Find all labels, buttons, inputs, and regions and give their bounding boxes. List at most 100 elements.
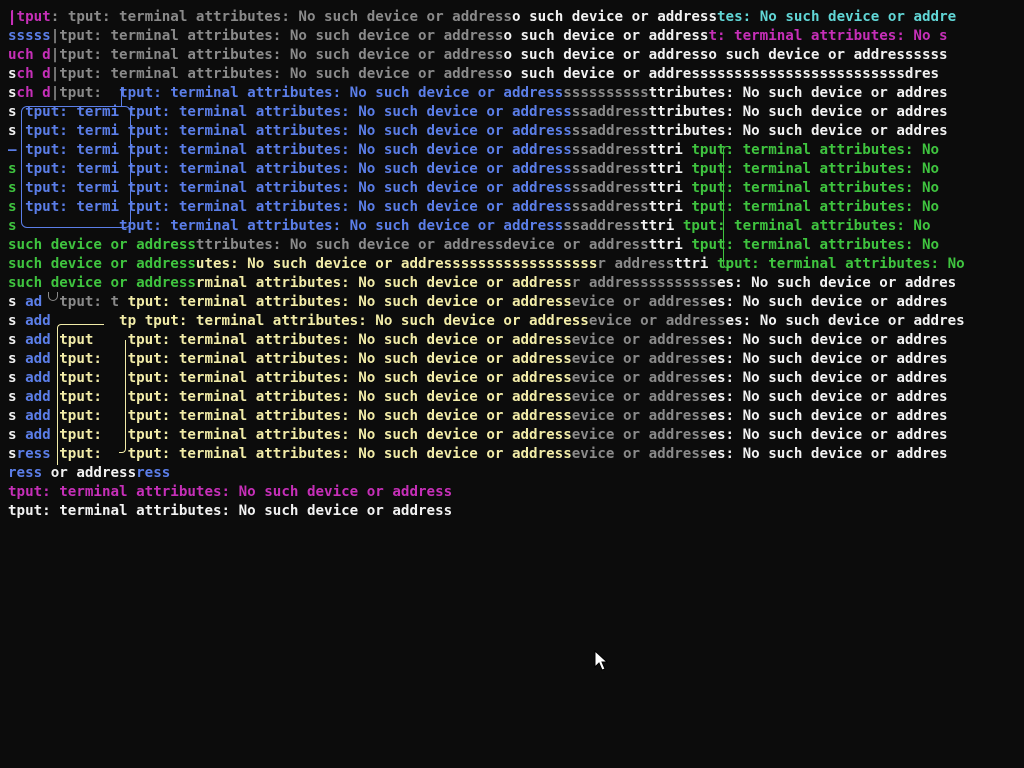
terminal-text-segment: s	[8, 199, 26, 215]
terminal-line: sssss|tput: terminal attributes: No such…	[8, 27, 948, 46]
terminal-text-segment: ttri	[674, 256, 717, 272]
terminal-text-segment: evice or address	[571, 332, 709, 348]
terminal-text-segment: ssaddress	[571, 180, 649, 196]
terminal-text-segment: es: No such device or addres	[708, 427, 948, 443]
terminal-line: s tput: termi tput: terminal attributes:…	[8, 198, 939, 217]
terminal-line: s add tput: tput: terminal attributes: N…	[8, 350, 948, 369]
terminal-text-segment: tput:	[50, 427, 128, 443]
terminal-text-segment: evice or address	[571, 446, 709, 462]
terminal-text-segment: es: No such device or addres	[725, 313, 965, 329]
terminal-text-segment: add	[25, 408, 51, 424]
terminal-text-segment: tput:	[50, 389, 128, 405]
terminal-text-segment: ttri	[648, 142, 692, 158]
terminal-text-segment: tput: termi	[25, 199, 120, 215]
terminal-text-segment: tput: termi	[25, 161, 120, 177]
terminal-line: such device or addressttributes: No such…	[8, 236, 939, 255]
terminal-text-segment: tput:	[50, 351, 128, 367]
terminal-text-segment: tput: terminal attributes: No	[691, 161, 940, 177]
terminal-line: |tput: tput: terminal attributes: No suc…	[8, 8, 956, 27]
terminal-text-segment: evice or address	[571, 389, 709, 405]
terminal-text-segment: ttri	[648, 237, 692, 253]
terminal-text-segment: evice or address	[571, 351, 709, 367]
terminal-text-segment: r address	[571, 275, 649, 291]
terminal-line: s tput: termi tput: terminal attributes:…	[8, 160, 939, 179]
terminal-text-segment: ch d	[16, 85, 51, 101]
terminal-text-segment: ch d	[16, 66, 51, 82]
terminal-line: uch d|tput: terminal attributes: No such…	[8, 46, 948, 65]
terminal-text-segment: tput: terminal attributes: No such devic…	[127, 332, 572, 348]
terminal-text-segment: ttributes: No such device or addres	[648, 104, 948, 120]
terminal-text-segment: ssssssssss	[563, 85, 649, 101]
terminal-text-segment: es: No such device or addres	[708, 408, 948, 424]
terminal-text-segment: tput: terminal attributes: No such devic…	[127, 446, 572, 462]
terminal-text-segment: s	[8, 294, 26, 310]
terminal-line: s add tput tput: terminal attributes: No…	[8, 331, 948, 350]
terminal-text-segment: tput: terminal attributes: No such devic…	[127, 389, 572, 405]
terminal-text-segment: o such device or addressssssssssssssssss…	[503, 66, 940, 82]
terminal-text-segment: tput: terminal attributes: No such devic…	[144, 313, 589, 329]
terminal-text-segment: tput: terminal attributes: No such devic…	[119, 85, 564, 101]
terminal-text-segment: tput: terminal attributes: No such devic…	[67, 9, 512, 25]
terminal-text-segment: tput: terminal attributes: No	[691, 199, 940, 215]
terminal-text-segment: ttributes: No such device or addres	[648, 123, 948, 139]
terminal-text-segment: ttri	[648, 161, 692, 177]
terminal-text-segment: ssaddress	[571, 161, 649, 177]
terminal-text-segment: tput: terminal attributes: No such devic…	[119, 104, 572, 120]
terminal-text-segment: add	[25, 332, 51, 348]
terminal-text-segment: evice or address	[588, 313, 726, 329]
terminal-text-segment: tput:	[50, 408, 128, 424]
terminal-text-segment: s	[8, 332, 26, 348]
terminal-text-segment: s	[8, 180, 26, 196]
terminal-text-segment: ttributes: No such device or addres	[648, 85, 948, 101]
terminal-text-segment: tput: terminal attributes: No	[691, 180, 940, 196]
terminal-text-segment: o such device or addresso such device or…	[503, 47, 948, 63]
terminal-text-segment: tput: terminal attributes: No	[691, 142, 940, 158]
terminal-text-segment: tput: terminal attributes: No such devic…	[119, 218, 564, 234]
terminal-text-segment: s	[8, 370, 26, 386]
terminal-text-segment: sssss	[8, 28, 51, 44]
terminal-text-segment: evice or address	[571, 370, 709, 386]
terminal-line: such device or addressrminal attributes:…	[8, 274, 956, 293]
terminal-text-segment: tput: terminal attributes: No such devic…	[119, 180, 572, 196]
terminal-text-segment: es: No such device or addres	[708, 332, 948, 348]
terminal-text-segment: tput: terminal attributes: No	[682, 218, 931, 234]
terminal-text-segment: tput: terminal attributes: No	[716, 256, 965, 272]
terminal-text-segment: tput: terminal attributes: No such devic…	[119, 142, 572, 158]
terminal-text-segment: ress	[136, 465, 171, 481]
terminal-text-segment: tput: t	[42, 294, 128, 310]
terminal-text-segment: s	[8, 123, 26, 139]
terminal-text-segment: uch d	[8, 47, 51, 63]
terminal-text-segment: ssaddress	[571, 142, 649, 158]
terminal-text-segment: tput: termi	[25, 123, 120, 139]
terminal-text-segment: t: terminal attributes: No s	[708, 28, 948, 44]
terminal-text-segment: tes: No such device or addre	[716, 9, 957, 25]
terminal-text-segment: o such device or address	[511, 9, 717, 25]
terminal-line: s tput: terminal attributes: No such dev…	[8, 217, 931, 236]
terminal-text-segment: –	[8, 142, 26, 158]
terminal-line: sch d|tput: terminal attributes: No such…	[8, 65, 939, 84]
mouse-pointer-icon	[594, 650, 608, 671]
terminal-text-segment: ssaddress	[571, 123, 649, 139]
terminal-text-segment: tput: termi	[25, 180, 120, 196]
terminal-text-segment: tput: terminal attributes: No such devic…	[8, 484, 453, 500]
terminal-text-segment: s	[8, 313, 26, 329]
terminal-text-segment: s	[8, 104, 26, 120]
terminal-text-segment: s	[8, 161, 26, 177]
terminal-text-segment: es: No such device or addres	[708, 370, 948, 386]
terminal-window[interactable]: |tput: tput: terminal attributes: No suc…	[0, 0, 1024, 768]
terminal-text-segment: evice or address	[571, 408, 709, 424]
terminal-text-segment: s	[8, 218, 17, 234]
terminal-text-segment: such device or address	[8, 275, 196, 291]
terminal-text-segment: es: No such device or addres	[708, 389, 948, 405]
terminal-line: sress tput: tput: terminal attributes: N…	[8, 445, 948, 464]
terminal-text-segment: such device or address	[8, 256, 196, 272]
terminal-line: s add tput: tput: terminal attributes: N…	[8, 369, 948, 388]
terminal-line: – tput: termi tput: terminal attributes:…	[8, 141, 939, 160]
terminal-text-segment: s	[8, 427, 26, 443]
terminal-text-segment: tput: terminal attributes: No such devic…	[127, 294, 572, 310]
terminal-text-segment: s	[8, 85, 17, 101]
terminal-text-segment: ssaddress	[563, 218, 641, 234]
terminal-text-segment: tput: terminal attributes: No such devic…	[127, 408, 572, 424]
terminal-text-segment: s	[8, 66, 17, 82]
